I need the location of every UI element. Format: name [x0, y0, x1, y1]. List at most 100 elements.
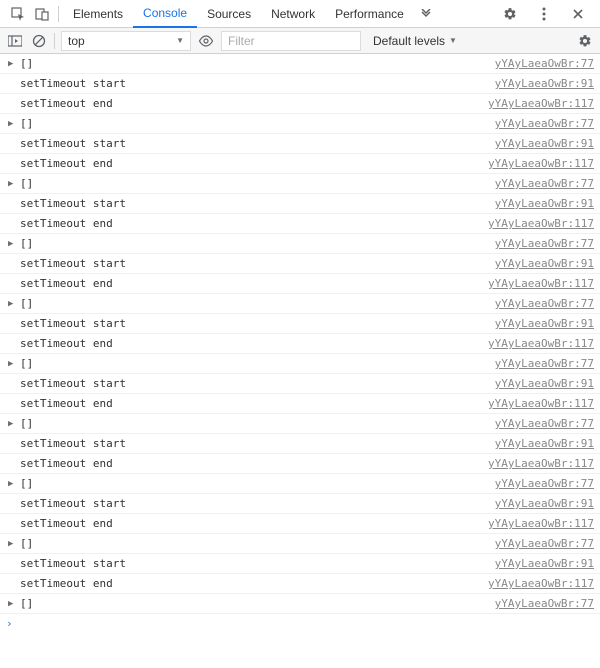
context-selector-value: top: [68, 34, 85, 48]
console-row[interactable]: setTimeout startyYAyLaeaOwBr:91: [0, 134, 600, 154]
sidebar-toggle-icon[interactable]: [6, 32, 24, 50]
disclosure-triangle-icon[interactable]: ▶: [8, 299, 13, 309]
console-row[interactable]: setTimeout startyYAyLaeaOwBr:91: [0, 254, 600, 274]
source-link[interactable]: yYAyLaeaOwBr:77: [495, 177, 594, 190]
filter-input[interactable]: [221, 31, 361, 51]
console-row[interactable]: ▶[]yYAyLaeaOwBr:77: [0, 234, 600, 254]
disclosure-triangle-icon[interactable]: ▶: [8, 539, 13, 549]
source-link[interactable]: yYAyLaeaOwBr:117: [488, 277, 594, 290]
console-row[interactable]: setTimeout endyYAyLaeaOwBr:117: [0, 454, 600, 474]
console-row[interactable]: setTimeout endyYAyLaeaOwBr:117: [0, 274, 600, 294]
device-toggle-icon[interactable]: [34, 6, 50, 22]
source-link[interactable]: yYAyLaeaOwBr:117: [488, 337, 594, 350]
console-message: []: [20, 297, 495, 310]
source-link[interactable]: yYAyLaeaOwBr:91: [495, 437, 594, 450]
more-tabs-icon[interactable]: [418, 6, 434, 22]
disclosure-triangle-icon[interactable]: ▶: [8, 179, 13, 189]
console-message: setTimeout start: [20, 77, 495, 90]
source-link[interactable]: yYAyLaeaOwBr:77: [495, 477, 594, 490]
source-link[interactable]: yYAyLaeaOwBr:91: [495, 77, 594, 90]
source-link[interactable]: yYAyLaeaOwBr:117: [488, 397, 594, 410]
separator: [54, 33, 55, 49]
console-row[interactable]: ▶[]yYAyLaeaOwBr:77: [0, 54, 600, 74]
disclosure-triangle-icon[interactable]: ▶: [8, 599, 13, 609]
tab-network[interactable]: Network: [261, 0, 325, 28]
clear-console-icon[interactable]: [30, 32, 48, 50]
source-link[interactable]: yYAyLaeaOwBr:91: [495, 257, 594, 270]
console-message: []: [20, 597, 495, 610]
disclosure-triangle-icon[interactable]: ▶: [8, 119, 13, 129]
console-row[interactable]: ▶[]yYAyLaeaOwBr:77: [0, 474, 600, 494]
console-settings-icon[interactable]: [576, 32, 594, 50]
console-prompt[interactable]: ›: [0, 614, 600, 633]
source-link[interactable]: yYAyLaeaOwBr:117: [488, 457, 594, 470]
console-row[interactable]: ▶[]yYAyLaeaOwBr:77: [0, 534, 600, 554]
source-link[interactable]: yYAyLaeaOwBr:77: [495, 537, 594, 550]
console-message: setTimeout end: [20, 277, 488, 290]
console-row[interactable]: setTimeout startyYAyLaeaOwBr:91: [0, 314, 600, 334]
disclosure-triangle-icon[interactable]: ▶: [8, 239, 13, 249]
console-row[interactable]: ▶[]yYAyLaeaOwBr:77: [0, 174, 600, 194]
context-selector[interactable]: top ▼: [61, 31, 191, 51]
console-message: setTimeout end: [20, 337, 488, 350]
console-output[interactable]: ▶[]yYAyLaeaOwBr:77setTimeout startyYAyLa…: [0, 54, 600, 668]
console-row[interactable]: setTimeout endyYAyLaeaOwBr:117: [0, 574, 600, 594]
source-link[interactable]: yYAyLaeaOwBr:77: [495, 237, 594, 250]
log-levels-selector[interactable]: Default levels ▼: [367, 31, 463, 51]
source-link[interactable]: yYAyLaeaOwBr:91: [495, 557, 594, 570]
source-link[interactable]: yYAyLaeaOwBr:117: [488, 517, 594, 530]
source-link[interactable]: yYAyLaeaOwBr:77: [495, 417, 594, 430]
source-link[interactable]: yYAyLaeaOwBr:91: [495, 497, 594, 510]
close-icon[interactable]: [570, 6, 586, 22]
disclosure-triangle-icon[interactable]: ▶: [8, 479, 13, 489]
console-row[interactable]: ▶[]yYAyLaeaOwBr:77: [0, 114, 600, 134]
console-row[interactable]: setTimeout endyYAyLaeaOwBr:117: [0, 154, 600, 174]
source-link[interactable]: yYAyLaeaOwBr:117: [488, 217, 594, 230]
console-row[interactable]: setTimeout endyYAyLaeaOwBr:117: [0, 394, 600, 414]
source-link[interactable]: yYAyLaeaOwBr:91: [495, 377, 594, 390]
console-row[interactable]: setTimeout startyYAyLaeaOwBr:91: [0, 374, 600, 394]
console-row[interactable]: setTimeout endyYAyLaeaOwBr:117: [0, 214, 600, 234]
disclosure-triangle-icon[interactable]: ▶: [8, 419, 13, 429]
source-link[interactable]: yYAyLaeaOwBr:91: [495, 317, 594, 330]
tab-sources[interactable]: Sources: [197, 0, 261, 28]
console-message: setTimeout end: [20, 577, 488, 590]
console-message: setTimeout end: [20, 217, 488, 230]
chevron-down-icon: ▼: [176, 36, 184, 45]
console-row[interactable]: ▶ []yYAyLaeaOwBr:77: [0, 294, 600, 314]
kebab-menu-icon[interactable]: [536, 6, 552, 22]
console-message: setTimeout start: [20, 257, 495, 270]
console-row[interactable]: setTimeout startyYAyLaeaOwBr:91: [0, 434, 600, 454]
disclosure-triangle-icon[interactable]: ▶: [8, 359, 13, 369]
console-message: setTimeout start: [20, 137, 495, 150]
tab-console[interactable]: Console: [133, 0, 197, 28]
console-row[interactable]: setTimeout startyYAyLaeaOwBr:91: [0, 194, 600, 214]
source-link[interactable]: yYAyLaeaOwBr:77: [495, 597, 594, 610]
devtools-tab-bar: Elements Console Sources Network Perform…: [0, 0, 600, 28]
live-expression-icon[interactable]: [197, 32, 215, 50]
console-row[interactable]: setTimeout startyYAyLaeaOwBr:91: [0, 494, 600, 514]
source-link[interactable]: yYAyLaeaOwBr:77: [495, 57, 594, 70]
console-row[interactable]: setTimeout startyYAyLaeaOwBr:91: [0, 74, 600, 94]
tab-performance[interactable]: Performance: [325, 0, 414, 28]
console-row[interactable]: setTimeout startyYAyLaeaOwBr:91: [0, 554, 600, 574]
console-row[interactable]: ▶[]yYAyLaeaOwBr:77: [0, 414, 600, 434]
console-row[interactable]: setTimeout endyYAyLaeaOwBr:117: [0, 514, 600, 534]
source-link[interactable]: yYAyLaeaOwBr:77: [495, 297, 594, 310]
tab-elements[interactable]: Elements: [63, 0, 133, 28]
console-row[interactable]: ▶[]yYAyLaeaOwBr:77: [0, 354, 600, 374]
source-link[interactable]: yYAyLaeaOwBr:77: [495, 117, 594, 130]
disclosure-triangle-icon[interactable]: ▶: [8, 59, 13, 69]
source-link[interactable]: yYAyLaeaOwBr:117: [488, 97, 594, 110]
console-row[interactable]: setTimeout endyYAyLaeaOwBr:117: [0, 94, 600, 114]
console-message: setTimeout end: [20, 97, 488, 110]
source-link[interactable]: yYAyLaeaOwBr:91: [495, 197, 594, 210]
source-link[interactable]: yYAyLaeaOwBr:117: [488, 157, 594, 170]
source-link[interactable]: yYAyLaeaOwBr:91: [495, 137, 594, 150]
source-link[interactable]: yYAyLaeaOwBr:77: [495, 357, 594, 370]
console-row[interactable]: ▶ []yYAyLaeaOwBr:77: [0, 594, 600, 614]
inspect-icon[interactable]: [10, 6, 26, 22]
console-row[interactable]: setTimeout endyYAyLaeaOwBr:117: [0, 334, 600, 354]
source-link[interactable]: yYAyLaeaOwBr:117: [488, 577, 594, 590]
settings-icon[interactable]: [502, 6, 518, 22]
